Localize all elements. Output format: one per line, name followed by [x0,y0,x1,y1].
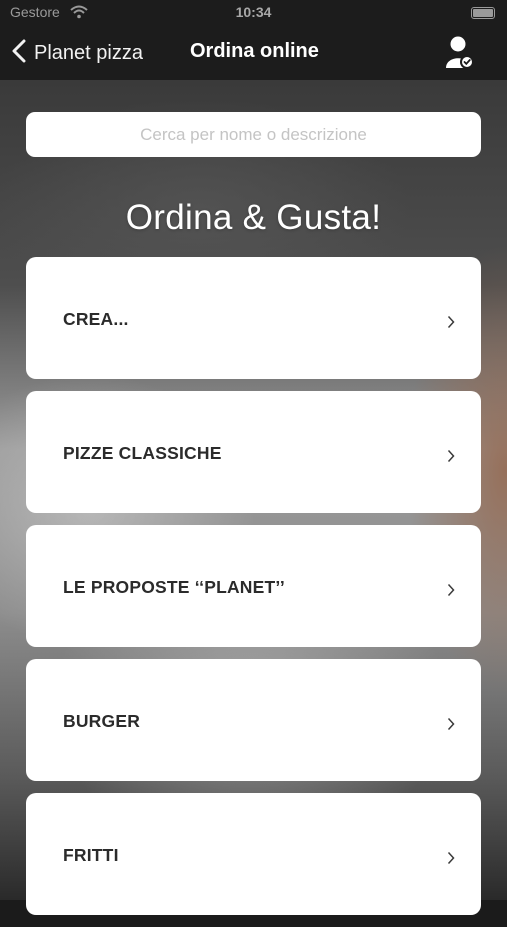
category-label: CREA... [63,309,129,329]
category-item-proposte-planet[interactable]: LE PROPOSTE ‘‘PLANET’’ [26,525,481,647]
category-list: CREA... PIZZE CLASSICHE LE PROPOSTE ‘‘PL… [26,257,481,927]
navigation-bar: Planet pizza Ordina online [0,28,507,80]
category-label: FRITTI [63,845,119,865]
status-time: 10:34 [235,4,272,20]
category-label: LE PROPOSTE ‘‘PLANET’’ [63,577,285,597]
category-label: BURGER [63,711,141,731]
user-account-button[interactable] [445,35,475,71]
category-label: PIZZE CLASSICHE [63,443,222,463]
category-item-crea[interactable]: CREA... [26,257,481,379]
category-item-burger[interactable]: BURGER [26,659,481,781]
back-button-label: Planet pizza [34,41,143,64]
page-title: Ordina online [190,40,319,62]
user-account-icon [445,36,475,75]
chevron-right-icon [447,717,455,736]
battery-icon [471,7,495,19]
search-input[interactable] [26,112,481,157]
chevron-left-icon [12,39,26,68]
category-item-pizze-classiche[interactable]: PIZZE CLASSICHE [26,391,481,513]
category-item-fritti[interactable]: FRITTI [26,793,481,915]
chevron-right-icon [447,851,455,870]
back-button[interactable]: Planet pizza [12,38,143,68]
chevron-right-icon [447,315,455,334]
chevron-right-icon [447,449,455,468]
status-bar: Gestore 10:34 [0,0,507,28]
page-heading: Ordina & Gusta! [125,198,382,237]
chevron-right-icon [447,583,455,602]
